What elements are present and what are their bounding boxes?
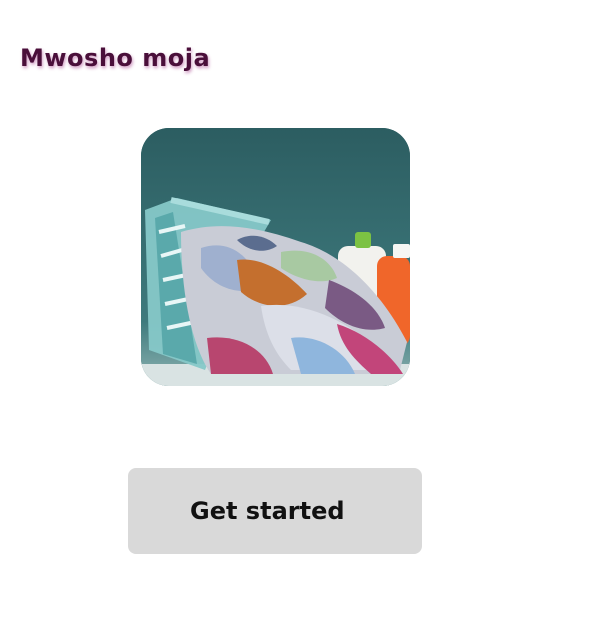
laundry-basket-image	[141, 128, 410, 386]
get-started-label: Get started	[190, 497, 345, 525]
app-title: Mwosho moja	[20, 44, 211, 72]
laundry-illustration	[141, 128, 410, 386]
get-started-button[interactable]: Get started	[128, 468, 422, 554]
